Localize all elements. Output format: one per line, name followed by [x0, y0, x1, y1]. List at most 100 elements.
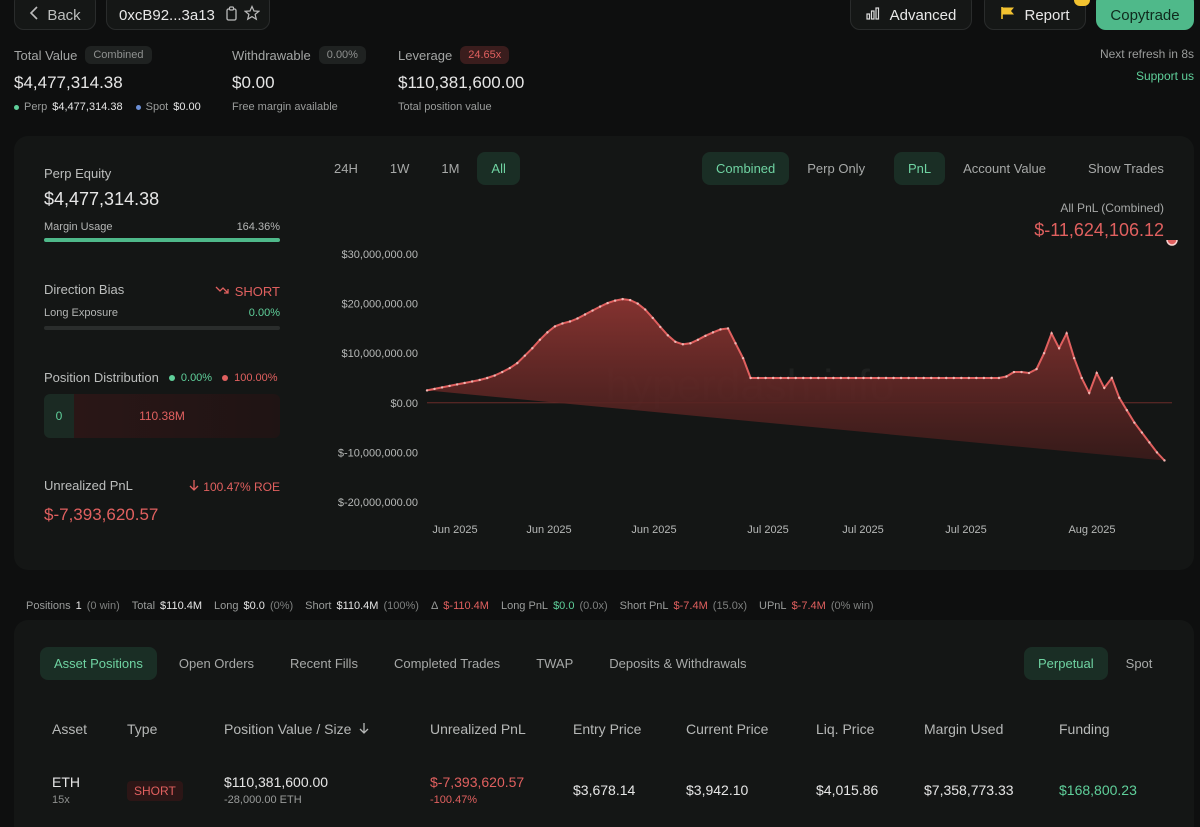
back-button[interactable]: Back — [14, 0, 96, 30]
range-24h[interactable]: 24H — [320, 152, 372, 185]
margin-usage-fill — [44, 238, 280, 242]
tab-deposits-withdrawals[interactable]: Deposits & Withdrawals — [595, 647, 760, 680]
direction-bias-value: SHORT — [234, 283, 280, 299]
star-icon[interactable] — [243, 5, 261, 25]
unrealized-roe: 100.47% ROE — [203, 480, 280, 494]
spot-dot — [135, 104, 141, 110]
tab-twap[interactable]: TWAP — [522, 647, 587, 680]
stat-value: $110.4M — [336, 600, 379, 612]
stat-item: Short $110.4M (100%) — [305, 600, 419, 612]
report-button[interactable]: Report — [984, 0, 1086, 30]
data-point — [839, 376, 843, 380]
position-dist-long: 0.00% — [180, 371, 213, 384]
mode-tabs: Combined Perp Only — [702, 152, 879, 185]
col-position-value-label: Position Value / Size — [224, 721, 352, 737]
data-point — [1155, 451, 1159, 454]
data-point — [1035, 367, 1038, 371]
data-point — [1042, 352, 1046, 355]
perp-equity-value: $4,477,314.38 — [44, 189, 160, 209]
position-dist-short: 100.00% — [234, 371, 278, 384]
tab-completed-trades[interactable]: Completed Trades — [380, 647, 514, 680]
copytrade-button[interactable]: Copytrade — [1096, 0, 1194, 30]
col-unrealized-pnl[interactable]: Unrealized PnL — [430, 721, 526, 737]
data-point — [651, 316, 654, 320]
col-type[interactable]: Type — [127, 721, 157, 737]
data-point — [922, 376, 925, 380]
stat-extra: (100%) — [383, 600, 419, 612]
advanced-label: Advanced — [889, 6, 957, 24]
long-dot — [168, 374, 175, 381]
col-asset[interactable]: Asset — [52, 721, 87, 737]
data-point — [433, 387, 436, 391]
tab-open-orders[interactable]: Open Orders — [165, 647, 268, 680]
leverage-value: $110,381,600.00 — [398, 73, 525, 92]
mode-combined[interactable]: Combined — [702, 152, 790, 185]
advanced-button[interactable]: Advanced — [850, 0, 972, 30]
data-point — [726, 327, 730, 330]
metric-account-value[interactable]: Account Value — [949, 152, 1060, 185]
chevron-left-icon — [29, 6, 39, 24]
data-point — [523, 354, 527, 357]
copy-icon[interactable] — [225, 5, 238, 25]
data-point — [960, 376, 963, 380]
col-funding[interactable]: Funding — [1059, 721, 1110, 737]
support-link[interactable]: Support us — [1136, 69, 1194, 83]
stat-extra: (15.0x) — [712, 600, 748, 612]
table-row[interactable]: ETH 15x SHORT $110,381,600.00 -28,000.00… — [0, 772, 1200, 812]
data-point — [1095, 371, 1098, 375]
col-current-price[interactable]: Current Price — [686, 721, 768, 737]
y-tick-label: $20,000,000.00 — [342, 299, 418, 311]
data-point — [756, 376, 760, 380]
unrealized-value: $-7,393,620.57 — [44, 505, 159, 524]
tab-recent-fills[interactable]: Recent Fills — [276, 647, 372, 680]
data-point — [1103, 386, 1106, 390]
type-badge: SHORT — [127, 781, 183, 801]
stat-item: UPnL $-7.4M (0% win) — [759, 600, 874, 612]
col-liq-price[interactable]: Liq. Price — [816, 721, 874, 737]
range-1w[interactable]: 1W — [376, 152, 424, 185]
tab-spot[interactable]: Spot — [1112, 647, 1167, 680]
data-point — [501, 370, 504, 374]
stat-item: Positions 1 (0 win) — [26, 600, 120, 612]
data-point — [990, 376, 993, 380]
wallet-address: 0xcB92...3a13 — [119, 6, 215, 24]
total-value-tag: Combined — [85, 46, 152, 64]
perp-equity-label: Perp Equity — [44, 166, 112, 181]
range-1m[interactable]: 1M — [427, 152, 473, 185]
show-trades-button[interactable]: Show Trades — [1074, 152, 1178, 185]
col-position-value[interactable]: Position Value / Size — [224, 721, 369, 737]
spot-label: Spot — [145, 101, 169, 113]
data-point — [967, 376, 971, 380]
range-all[interactable]: All — [477, 152, 520, 185]
data-point — [636, 302, 639, 305]
data-point — [598, 305, 602, 308]
data-point — [1140, 431, 1144, 434]
stat-label: Positions — [26, 600, 71, 612]
stat-extra: (0 win) — [86, 600, 120, 612]
notification-dot — [1074, 0, 1090, 6]
entry-price: $3,678.14 — [573, 782, 636, 798]
data-point — [854, 376, 858, 380]
data-point — [583, 313, 587, 316]
tab-perpetual[interactable]: Perpetual — [1024, 647, 1108, 680]
data-point — [628, 298, 632, 302]
liq-price: $4,015.86 — [816, 782, 879, 798]
data-point — [802, 376, 805, 380]
col-margin-used[interactable]: Margin Used — [924, 721, 1003, 737]
stat-item: Long PnL $0.0 (0.0x) — [501, 600, 608, 612]
metric-pnl[interactable]: PnL — [894, 152, 946, 185]
position-size: -28,000.00 ETH — [224, 794, 302, 806]
funding-value: $168,800.23 — [1059, 782, 1137, 798]
tab-asset-positions[interactable]: Asset Positions — [40, 647, 157, 680]
flag-icon — [1000, 6, 1016, 24]
x-tick-label: Jul 2025 — [842, 524, 884, 536]
stat-label: Long — [214, 600, 239, 612]
data-point — [741, 356, 745, 360]
col-entry-price[interactable]: Entry Price — [573, 721, 641, 737]
data-point — [914, 376, 918, 380]
position-tabs: Asset Positions Open Orders Recent Fills… — [40, 647, 761, 680]
stat-value: $0.0 — [553, 600, 575, 612]
mode-perp-only[interactable]: Perp Only — [793, 152, 879, 185]
upnl-value: $-7,393,620.57 — [430, 774, 525, 790]
perp-label: Perp — [24, 101, 48, 113]
